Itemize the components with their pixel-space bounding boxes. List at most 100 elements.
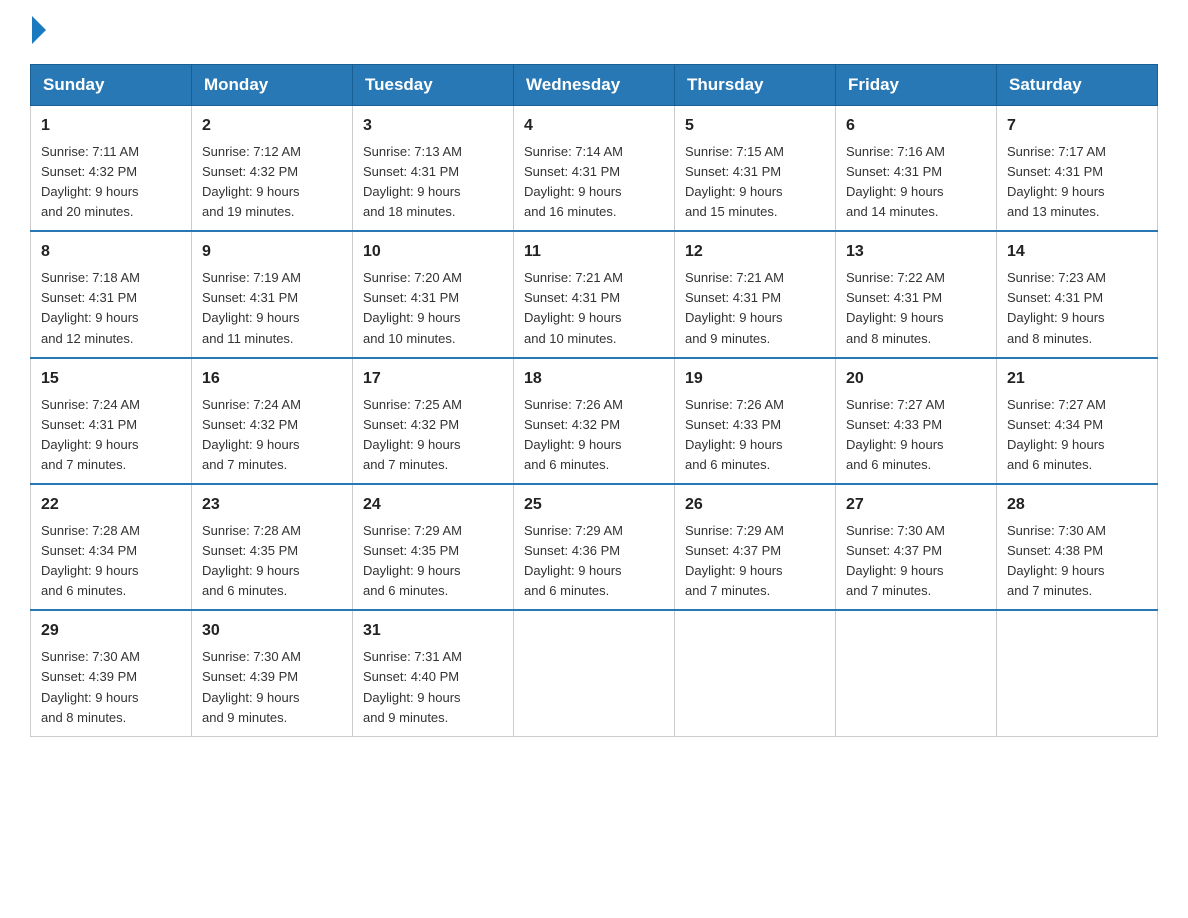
day-info: Sunrise: 7:20 AMSunset: 4:31 PMDaylight:… xyxy=(363,268,503,349)
day-info: Sunrise: 7:28 AMSunset: 4:35 PMDaylight:… xyxy=(202,521,342,602)
calendar-week-row: 8 Sunrise: 7:18 AMSunset: 4:31 PMDaylight… xyxy=(31,231,1158,357)
day-info: Sunrise: 7:29 AMSunset: 4:35 PMDaylight:… xyxy=(363,521,503,602)
day-number: 9 xyxy=(202,240,342,265)
day-number: 16 xyxy=(202,367,342,392)
day-info: Sunrise: 7:13 AMSunset: 4:31 PMDaylight:… xyxy=(363,142,503,223)
calendar-cell: 18 Sunrise: 7:26 AMSunset: 4:32 PMDayligh… xyxy=(514,358,675,484)
calendar-cell: 1 Sunrise: 7:11 AMSunset: 4:32 PMDaylight… xyxy=(31,106,192,232)
col-header-wednesday: Wednesday xyxy=(514,65,675,106)
day-number: 15 xyxy=(41,367,181,392)
calendar-cell: 21 Sunrise: 7:27 AMSunset: 4:34 PMDayligh… xyxy=(997,358,1158,484)
day-number: 19 xyxy=(685,367,825,392)
calendar-cell: 23 Sunrise: 7:28 AMSunset: 4:35 PMDayligh… xyxy=(192,484,353,610)
calendar-cell: 9 Sunrise: 7:19 AMSunset: 4:31 PMDaylight… xyxy=(192,231,353,357)
col-header-monday: Monday xyxy=(192,65,353,106)
day-info: Sunrise: 7:30 AMSunset: 4:37 PMDaylight:… xyxy=(846,521,986,602)
day-number: 26 xyxy=(685,493,825,518)
calendar-cell: 11 Sunrise: 7:21 AMSunset: 4:31 PMDayligh… xyxy=(514,231,675,357)
day-info: Sunrise: 7:27 AMSunset: 4:34 PMDaylight:… xyxy=(1007,395,1147,476)
day-info: Sunrise: 7:26 AMSunset: 4:32 PMDaylight:… xyxy=(524,395,664,476)
calendar-cell: 14 Sunrise: 7:23 AMSunset: 4:31 PMDayligh… xyxy=(997,231,1158,357)
day-info: Sunrise: 7:15 AMSunset: 4:31 PMDaylight:… xyxy=(685,142,825,223)
calendar-cell: 19 Sunrise: 7:26 AMSunset: 4:33 PMDayligh… xyxy=(675,358,836,484)
day-number: 25 xyxy=(524,493,664,518)
day-number: 29 xyxy=(41,619,181,644)
day-number: 5 xyxy=(685,114,825,139)
day-info: Sunrise: 7:26 AMSunset: 4:33 PMDaylight:… xyxy=(685,395,825,476)
calendar-week-row: 22 Sunrise: 7:28 AMSunset: 4:34 PMDayligh… xyxy=(31,484,1158,610)
calendar-cell: 26 Sunrise: 7:29 AMSunset: 4:37 PMDayligh… xyxy=(675,484,836,610)
day-number: 31 xyxy=(363,619,503,644)
day-number: 12 xyxy=(685,240,825,265)
day-info: Sunrise: 7:21 AMSunset: 4:31 PMDaylight:… xyxy=(685,268,825,349)
calendar-table: SundayMondayTuesdayWednesdayThursdayFrid… xyxy=(30,64,1158,737)
day-number: 22 xyxy=(41,493,181,518)
calendar-cell: 17Sunrise: 7:25 AMSunset: 4:32 PMDayligh… xyxy=(353,358,514,484)
day-number: 8 xyxy=(41,240,181,265)
calendar-cell: 3 Sunrise: 7:13 AMSunset: 4:31 PMDaylight… xyxy=(353,106,514,232)
day-number: 14 xyxy=(1007,240,1147,265)
day-info: Sunrise: 7:21 AMSunset: 4:31 PMDaylight:… xyxy=(524,268,664,349)
day-info: Sunrise: 7:16 AMSunset: 4:31 PMDaylight:… xyxy=(846,142,986,223)
calendar-week-row: 29 Sunrise: 7:30 AMSunset: 4:39 PMDayligh… xyxy=(31,610,1158,736)
day-info: Sunrise: 7:30 AMSunset: 4:38 PMDaylight:… xyxy=(1007,521,1147,602)
day-info: Sunrise: 7:24 AMSunset: 4:32 PMDaylight:… xyxy=(202,395,342,476)
calendar-cell: 4 Sunrise: 7:14 AMSunset: 4:31 PMDaylight… xyxy=(514,106,675,232)
logo-triangle-icon xyxy=(32,16,46,44)
calendar-cell: 27 Sunrise: 7:30 AMSunset: 4:37 PMDayligh… xyxy=(836,484,997,610)
day-info: Sunrise: 7:29 AMSunset: 4:37 PMDaylight:… xyxy=(685,521,825,602)
calendar-cell: 6Sunrise: 7:16 AMSunset: 4:31 PMDaylight… xyxy=(836,106,997,232)
day-info: Sunrise: 7:29 AMSunset: 4:36 PMDaylight:… xyxy=(524,521,664,602)
calendar-cell: 15 Sunrise: 7:24 AMSunset: 4:31 PMDayligh… xyxy=(31,358,192,484)
day-info: Sunrise: 7:22 AMSunset: 4:31 PMDaylight:… xyxy=(846,268,986,349)
day-number: 4 xyxy=(524,114,664,139)
day-info: Sunrise: 7:18 AMSunset: 4:31 PMDaylight:… xyxy=(41,268,181,349)
day-number: 3 xyxy=(363,114,503,139)
col-header-thursday: Thursday xyxy=(675,65,836,106)
day-number: 28 xyxy=(1007,493,1147,518)
day-number: 18 xyxy=(524,367,664,392)
calendar-cell: 2 Sunrise: 7:12 AMSunset: 4:32 PMDaylight… xyxy=(192,106,353,232)
calendar-cell: 8 Sunrise: 7:18 AMSunset: 4:31 PMDaylight… xyxy=(31,231,192,357)
calendar-cell: 29 Sunrise: 7:30 AMSunset: 4:39 PMDayligh… xyxy=(31,610,192,736)
calendar-week-row: 1 Sunrise: 7:11 AMSunset: 4:32 PMDaylight… xyxy=(31,106,1158,232)
calendar-cell: 7Sunrise: 7:17 AMSunset: 4:31 PMDaylight… xyxy=(997,106,1158,232)
calendar-cell xyxy=(675,610,836,736)
day-number: 30 xyxy=(202,619,342,644)
day-info: Sunrise: 7:24 AMSunset: 4:31 PMDaylight:… xyxy=(41,395,181,476)
page-header xyxy=(30,20,1158,44)
day-info: Sunrise: 7:14 AMSunset: 4:31 PMDaylight:… xyxy=(524,142,664,223)
day-number: 13 xyxy=(846,240,986,265)
day-info: Sunrise: 7:12 AMSunset: 4:32 PMDaylight:… xyxy=(202,142,342,223)
day-number: 27 xyxy=(846,493,986,518)
calendar-cell: 25 Sunrise: 7:29 AMSunset: 4:36 PMDayligh… xyxy=(514,484,675,610)
col-header-friday: Friday xyxy=(836,65,997,106)
calendar-cell: 20 Sunrise: 7:27 AMSunset: 4:33 PMDayligh… xyxy=(836,358,997,484)
day-info: Sunrise: 7:30 AMSunset: 4:39 PMDaylight:… xyxy=(41,647,181,728)
calendar-week-row: 15 Sunrise: 7:24 AMSunset: 4:31 PMDayligh… xyxy=(31,358,1158,484)
day-info: Sunrise: 7:30 AMSunset: 4:39 PMDaylight:… xyxy=(202,647,342,728)
day-number: 10 xyxy=(363,240,503,265)
day-info: Sunrise: 7:28 AMSunset: 4:34 PMDaylight:… xyxy=(41,521,181,602)
day-info: Sunrise: 7:27 AMSunset: 4:33 PMDaylight:… xyxy=(846,395,986,476)
day-info: Sunrise: 7:23 AMSunset: 4:31 PMDaylight:… xyxy=(1007,268,1147,349)
calendar-cell xyxy=(836,610,997,736)
calendar-cell xyxy=(997,610,1158,736)
day-number: 2 xyxy=(202,114,342,139)
calendar-cell: 31 Sunrise: 7:31 AMSunset: 4:40 PMDayligh… xyxy=(353,610,514,736)
day-number: 1 xyxy=(41,114,181,139)
day-number: 23 xyxy=(202,493,342,518)
col-header-sunday: Sunday xyxy=(31,65,192,106)
day-number: 21 xyxy=(1007,367,1147,392)
calendar-cell: 16 Sunrise: 7:24 AMSunset: 4:32 PMDayligh… xyxy=(192,358,353,484)
calendar-cell xyxy=(514,610,675,736)
day-info: Sunrise: 7:19 AMSunset: 4:31 PMDaylight:… xyxy=(202,268,342,349)
calendar-cell: 28 Sunrise: 7:30 AMSunset: 4:38 PMDayligh… xyxy=(997,484,1158,610)
day-number: 11 xyxy=(524,240,664,265)
calendar-cell: 30 Sunrise: 7:30 AMSunset: 4:39 PMDayligh… xyxy=(192,610,353,736)
day-info: Sunrise: 7:17 AMSunset: 4:31 PMDaylight:… xyxy=(1007,142,1147,223)
day-number: 20 xyxy=(846,367,986,392)
day-number: 17 xyxy=(363,367,503,392)
day-info: Sunrise: 7:31 AMSunset: 4:40 PMDaylight:… xyxy=(363,647,503,728)
day-info: Sunrise: 7:11 AMSunset: 4:32 PMDaylight:… xyxy=(41,142,181,223)
